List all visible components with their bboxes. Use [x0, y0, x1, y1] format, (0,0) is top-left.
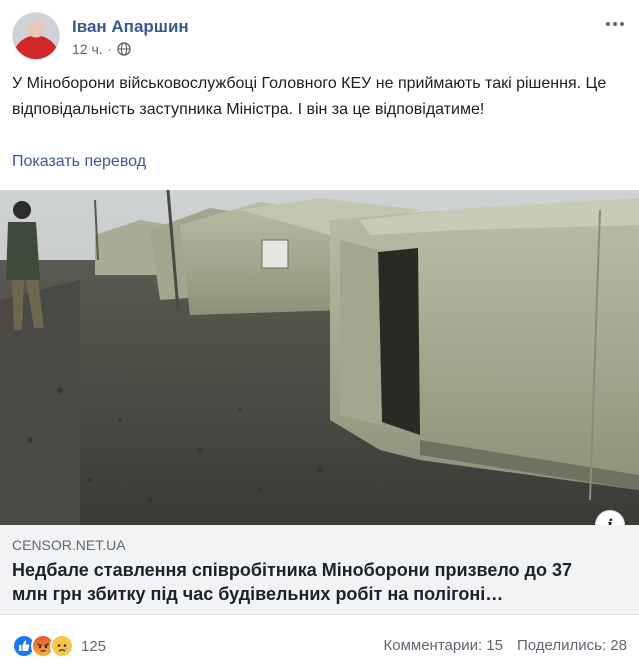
reaction-count: 125	[81, 637, 107, 655]
link-preview[interactable]: CENSOR.NET.UA Недбале ставлення співробі…	[0, 525, 639, 615]
show-translation-link[interactable]: Показать перевод	[12, 153, 146, 171]
avatar[interactable]	[12, 12, 60, 60]
shares-count[interactable]: Поделились: 28	[517, 637, 627, 654]
link-title[interactable]: Недбале ставлення співробітника Міноборо…	[12, 558, 612, 606]
comments-count[interactable]: Комментарии: 15	[384, 637, 504, 654]
post-timestamp[interactable]: 12 ч.	[72, 41, 103, 57]
link-domain: CENSOR.NET.UA	[12, 537, 126, 553]
sad-icon	[50, 634, 74, 658]
post-stats: Комментарии: 15 Поделились: 28	[384, 637, 628, 654]
more-options-icon[interactable]	[603, 14, 627, 34]
reactions-summary[interactable]: 125	[12, 634, 106, 658]
post-header: Іван Апаршин 12 ч. ·	[12, 12, 627, 62]
separator-dot: ·	[107, 42, 112, 56]
post-meta: 12 ч. ·	[72, 41, 131, 57]
post-footer: 125 Комментарии: 15 Поделились: 28	[12, 630, 627, 660]
author-name[interactable]: Іван Апаршин	[72, 17, 189, 37]
globe-icon[interactable]	[116, 42, 131, 56]
link-preview-image[interactable]	[0, 190, 639, 525]
post-text: У Міноборони військовослужбоці Головного…	[12, 75, 607, 118]
